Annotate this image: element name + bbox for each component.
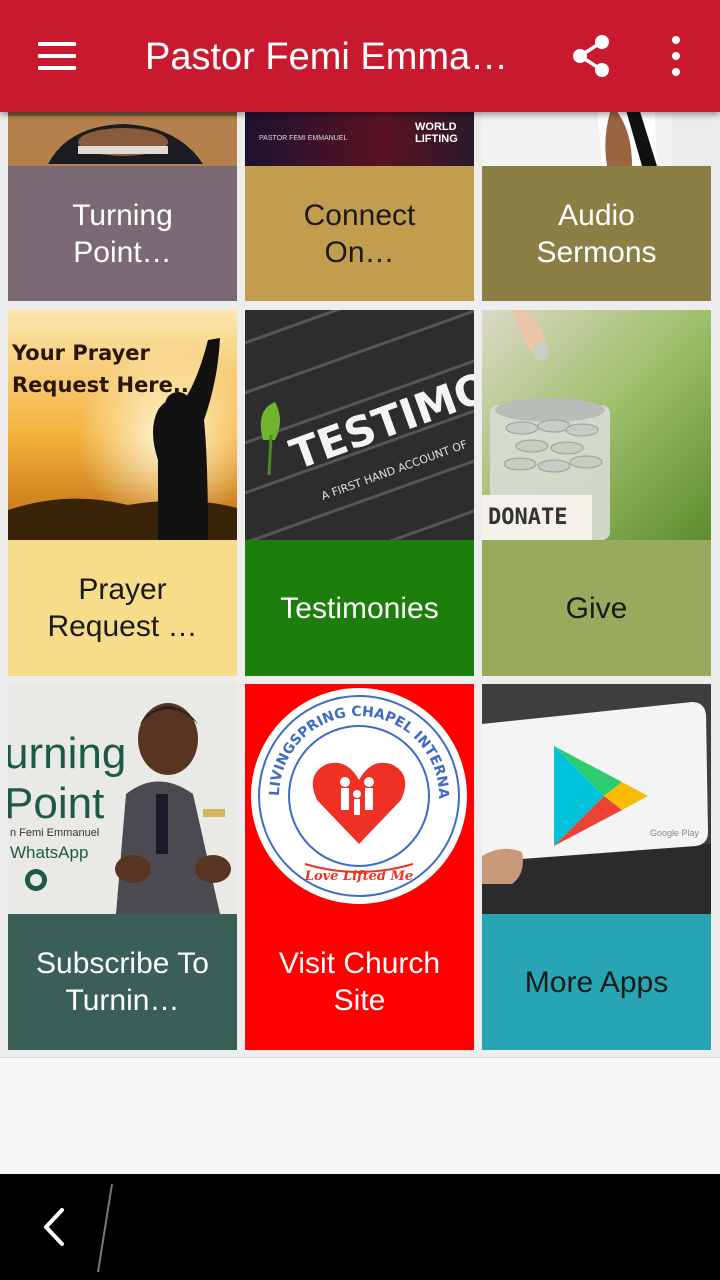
nav-divider [90, 1180, 120, 1276]
tile-image: Your Prayer Request Here... [8, 310, 237, 540]
svg-text:DONATE: DONATE [488, 505, 567, 530]
tile-image: TESTIMONY A FIRST HAND ACCOUNT OF [245, 310, 474, 540]
tile-connect-on[interactable]: PASTOR FEMI EMMANUEL WORLD LIFTING Conne… [245, 112, 474, 301]
tile-label: Testimonies [245, 540, 474, 676]
tile-label: Turning Point… [8, 166, 237, 301]
tile-image [482, 112, 711, 166]
app-bar: Pastor Femi Emmanuel [0, 0, 720, 112]
tile-image [8, 112, 237, 166]
tile-image: urning Point n Femi Emmanuel WhatsApp [8, 684, 237, 914]
tile-turning-point[interactable]: Turning Point… [8, 112, 237, 301]
back-chevron-icon[interactable] [30, 1202, 80, 1252]
tile-label: Visit Church Site [245, 914, 474, 1050]
svg-text:WORLD: WORLD [415, 121, 457, 133]
tile-testimonies[interactable]: TESTIMONY A FIRST HAND ACCOUNT OF Testim… [245, 310, 474, 676]
tile-more-apps[interactable]: Google Play More Apps [482, 684, 711, 1050]
svg-text:n Femi Emmanuel: n Femi Emmanuel [10, 827, 99, 839]
tile-label: Connect On… [245, 166, 474, 301]
svg-text:Google Play: Google Play [650, 828, 700, 838]
hamburger-menu-icon[interactable] [20, 30, 92, 82]
svg-text:Your Prayer: Your Prayer [11, 341, 151, 365]
svg-text:Request Here...: Request Here... [12, 373, 197, 397]
tile-prayer-request[interactable]: Your Prayer Request Here... Prayer Reque… [8, 310, 237, 676]
tile-grid: Turning Point… PASTOR FEMI EMMANUEL WORL… [0, 112, 720, 1057]
svg-text:LIFTING: LIFTING [415, 133, 458, 145]
tile-label: Prayer Request … [8, 540, 237, 676]
tile-subscribe-turning-point[interactable]: urning Point n Femi Emmanuel WhatsApp Su… [8, 684, 237, 1050]
svg-text:urning: urning [8, 729, 126, 778]
tile-visit-church-site[interactable]: LIVINGSPRING CHAPEL INTERNATIONAL Love L… [245, 684, 474, 1050]
empty-footer-area [0, 1057, 720, 1174]
tile-label: Audio Sermons [482, 166, 711, 301]
tile-label: More Apps [482, 914, 711, 1050]
tile-give[interactable]: DONATE Give [482, 310, 711, 676]
app-title: Pastor Femi Emmanuel [145, 36, 525, 78]
tile-audio-sermons[interactable]: Audio Sermons [482, 112, 711, 301]
tile-image: Google Play [482, 684, 711, 914]
svg-text:Point: Point [8, 779, 104, 828]
share-icon[interactable] [566, 30, 618, 82]
tile-image: PASTOR FEMI EMMANUEL WORLD LIFTING [245, 112, 474, 166]
system-nav-bar [0, 1174, 720, 1280]
tile-label: Subscribe To Turnin… [8, 914, 237, 1050]
svg-text:WhatsApp: WhatsApp [10, 843, 88, 862]
tile-label: Give [482, 540, 711, 676]
svg-text:Love Lifted Me: Love Lifted Me [304, 869, 413, 884]
more-vert-icon[interactable] [656, 30, 696, 82]
tile-image: DONATE [482, 310, 711, 540]
svg-text:PASTOR FEMI EMMANUEL: PASTOR FEMI EMMANUEL [259, 135, 348, 142]
tile-image: LIVINGSPRING CHAPEL INTERNATIONAL Love L… [245, 684, 474, 914]
